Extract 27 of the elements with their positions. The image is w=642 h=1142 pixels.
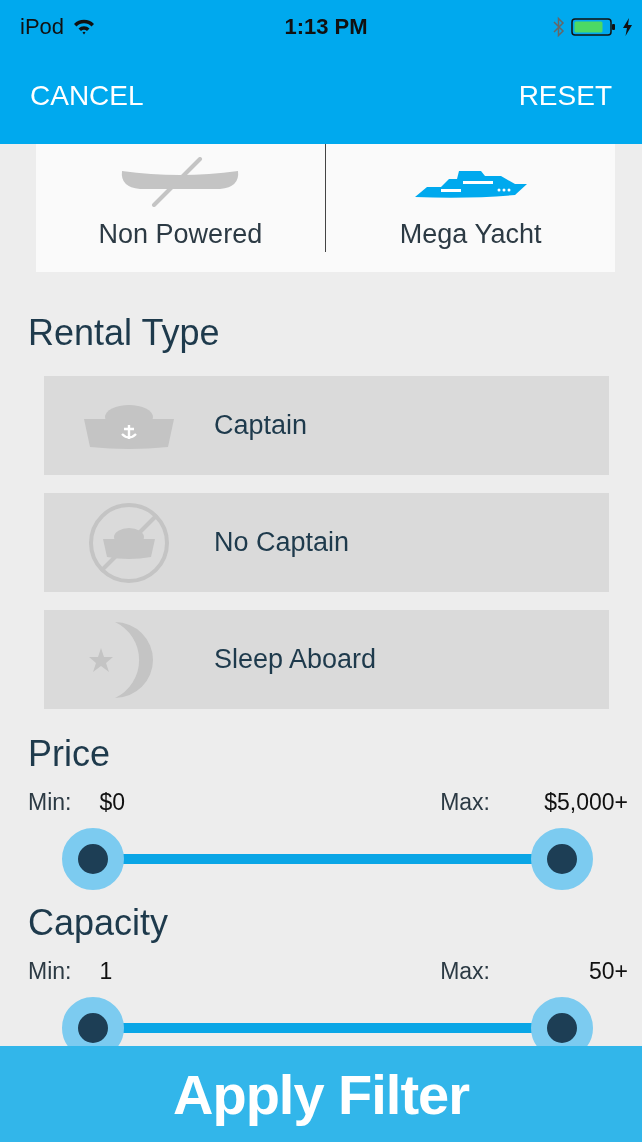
carrier-name: iPod	[20, 14, 65, 40]
min-label: Min:	[28, 789, 72, 816]
rental-type-option[interactable]: Captain	[44, 376, 609, 475]
charging-bolt-icon	[623, 18, 632, 36]
boat-type-option[interactable]: Mega Yacht	[326, 144, 615, 272]
section-heading: Rental Type	[27, 311, 221, 354]
max-label: Max:	[440, 958, 490, 985]
bluetooth-icon	[553, 16, 565, 38]
rental-type-option[interactable]: No Captain	[44, 493, 609, 592]
min-value: $0	[99, 789, 126, 816]
canoe-icon	[120, 157, 241, 207]
wifi-icon	[72, 18, 97, 36]
sailor-hat-icon	[84, 402, 174, 449]
rental-type-option[interactable]: Sleep Aboard	[44, 610, 609, 709]
min-value: 1	[99, 958, 113, 985]
slider-thumb[interactable]	[62, 997, 124, 1046]
max-value: 50+	[588, 958, 628, 985]
max-label: Max:	[440, 789, 490, 816]
section-heading: Price	[27, 732, 112, 775]
boat-type-option[interactable]: Non Powered	[36, 144, 325, 272]
section-heading: Capacity	[27, 901, 170, 944]
clock-time: 1:13 PM	[284, 14, 368, 40]
slider-thumb[interactable]	[531, 997, 593, 1046]
slider-track[interactable]	[62, 997, 593, 1046]
min-label: Min:	[28, 958, 72, 985]
battery-icon	[571, 17, 617, 37]
max-value: $5,000+	[543, 789, 628, 816]
